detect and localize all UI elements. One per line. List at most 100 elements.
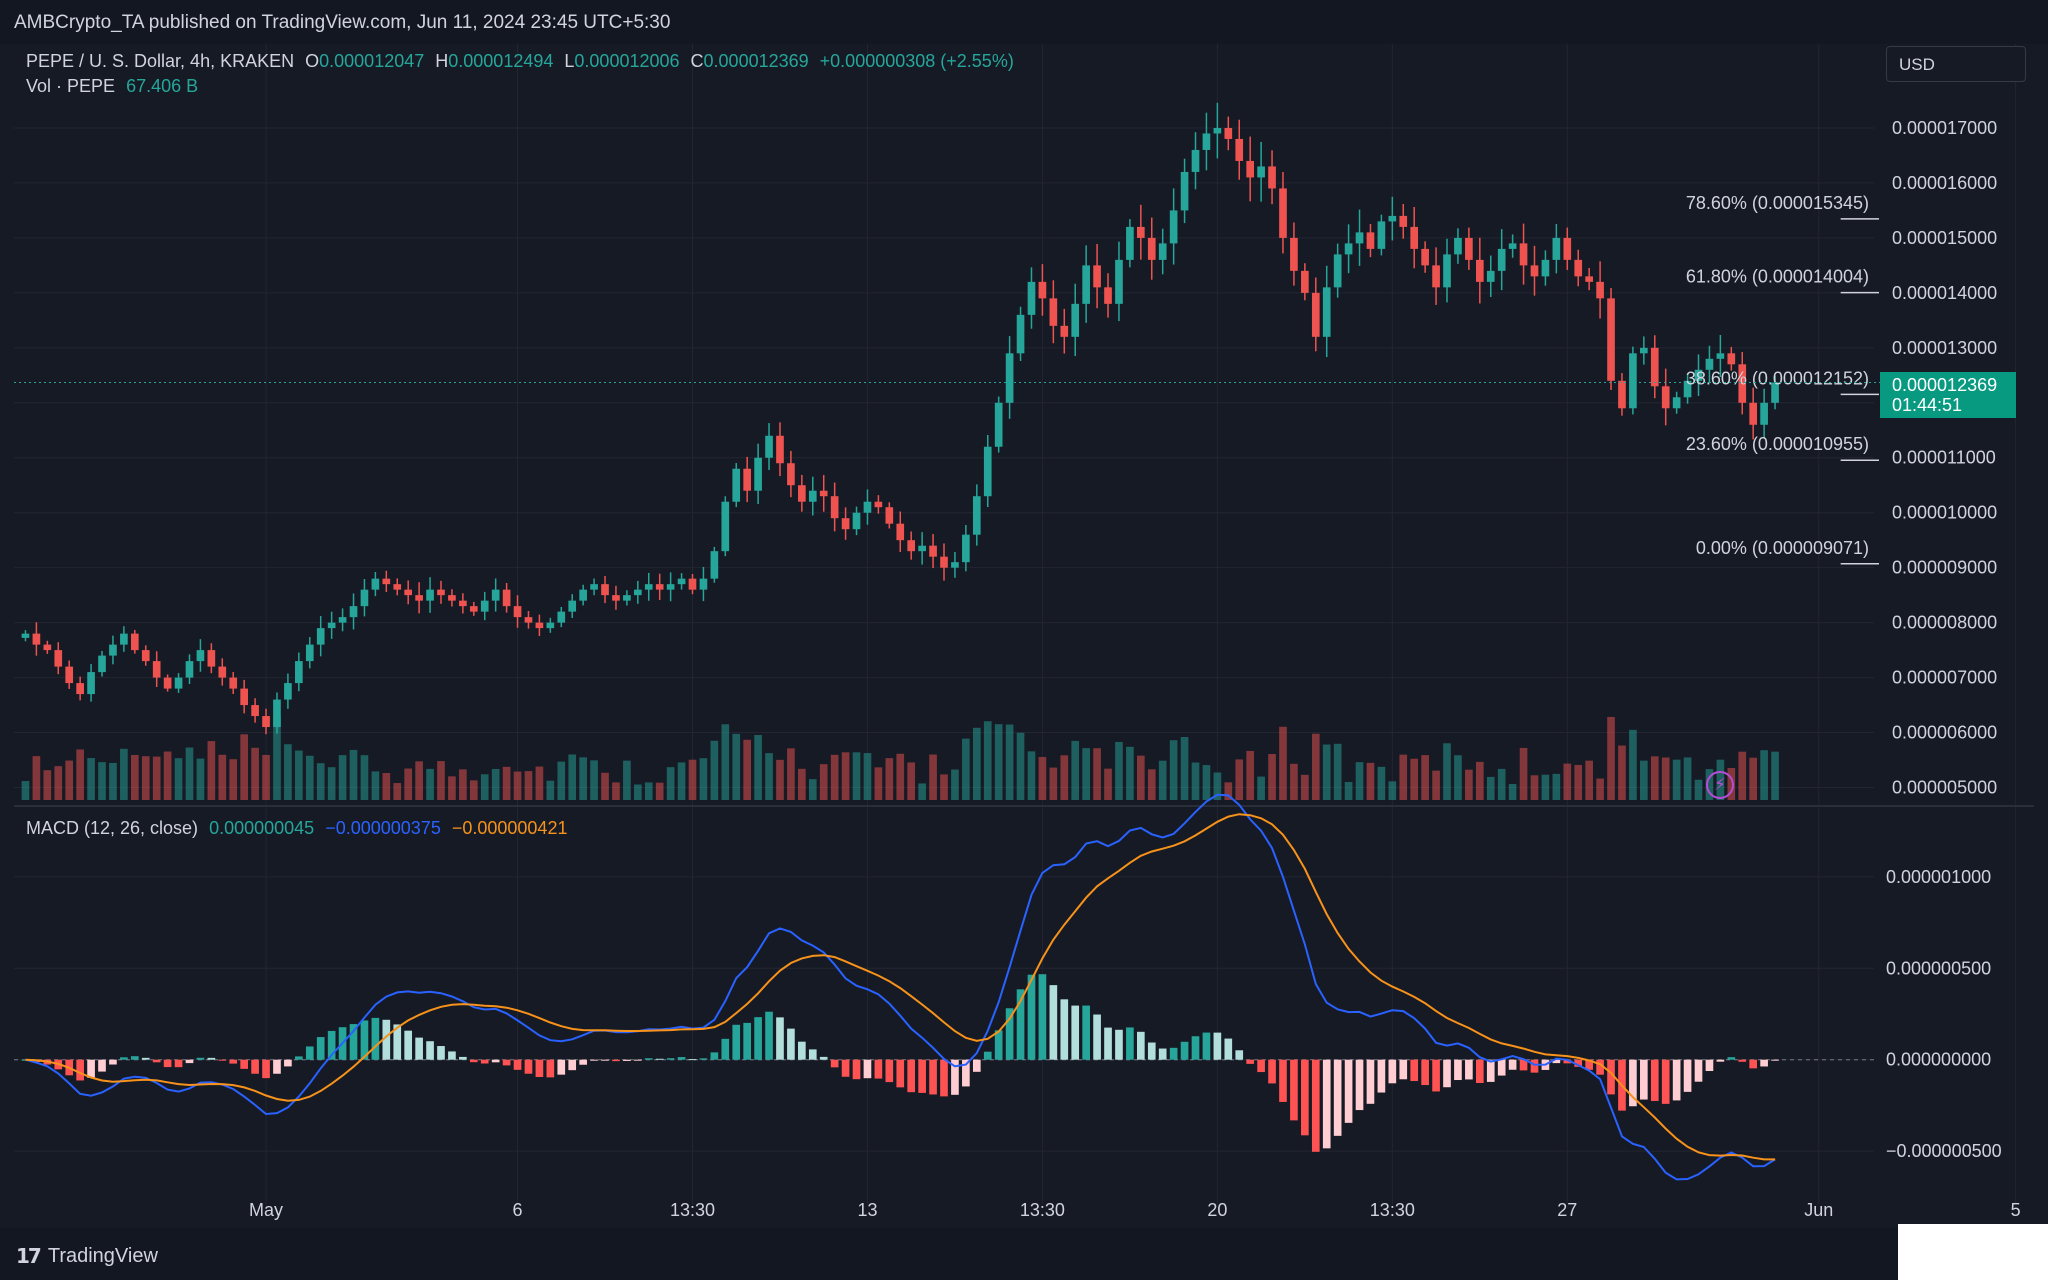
volume-bar xyxy=(699,758,708,800)
volume-bar xyxy=(21,781,30,800)
price-tick-label: 0.000008000 xyxy=(1892,613,1997,633)
volume-bar xyxy=(1760,750,1768,800)
macd-histogram-bar xyxy=(1202,1032,1211,1060)
candle-body xyxy=(1421,248,1429,266)
candle-body xyxy=(644,584,653,590)
macd-histogram-bar xyxy=(568,1059,577,1071)
macd-histogram-bar xyxy=(1235,1050,1244,1060)
candle-body xyxy=(327,622,336,629)
tradingview-logo[interactable]: 17 TradingView xyxy=(16,1244,158,1268)
price-chart-svg[interactable]: 0.000017000 0.000016000 0.000015000 0.00001… xyxy=(14,44,2034,1228)
candle-body xyxy=(1311,292,1320,337)
macd-histogram-bar xyxy=(251,1059,259,1074)
chart-area[interactable]: 0.000017000 0.000016000 0.000015000 0.00001… xyxy=(14,44,2034,1228)
volume-bar xyxy=(349,749,358,800)
candle-body xyxy=(1563,237,1572,260)
candle-body xyxy=(491,589,500,601)
volume-bar xyxy=(1672,759,1681,800)
price-tick-label: 0.000014000 xyxy=(1892,283,1997,303)
high-value: 0.000012494 xyxy=(448,51,554,71)
volume-bar xyxy=(721,724,730,800)
macd-histogram-bar xyxy=(1475,1059,1484,1083)
volume-bar xyxy=(655,782,664,800)
low-value: 0.000012006 xyxy=(574,51,680,71)
macd-histogram-bar xyxy=(721,1038,730,1060)
currency-selector[interactable]: USD xyxy=(1886,46,2026,82)
candle-body xyxy=(830,496,839,519)
candle-body xyxy=(983,446,992,497)
macd-histogram-bar xyxy=(218,1059,227,1061)
volume-bar xyxy=(1563,763,1572,800)
macd-label[interactable]: MACD (12, 26, close) xyxy=(26,818,198,838)
candle-body xyxy=(1716,353,1725,359)
macd-histogram-bar xyxy=(524,1059,533,1074)
candle-body xyxy=(1465,237,1473,260)
macd-histogram-bar xyxy=(1771,1059,1779,1061)
candle-body xyxy=(502,589,511,607)
macd-histogram-bar xyxy=(1661,1059,1670,1104)
volume-bar xyxy=(262,754,270,800)
macd-histogram-bar xyxy=(1290,1059,1298,1121)
macd-histogram-bar xyxy=(1027,974,1036,1060)
candle-body xyxy=(1650,347,1659,387)
volume-label[interactable]: Vol · PEPE xyxy=(26,76,115,96)
macd-histogram-bar xyxy=(798,1041,806,1060)
volume-bar xyxy=(98,762,106,800)
candle-body xyxy=(1093,265,1101,288)
candle-body xyxy=(1049,298,1058,326)
macd-histogram-bar xyxy=(710,1052,719,1060)
volume-bar xyxy=(1060,755,1069,800)
candle-body xyxy=(874,501,883,508)
macd-histogram-bar xyxy=(1333,1059,1342,1136)
volume-bar xyxy=(994,724,1003,800)
macd-histogram-bar xyxy=(469,1059,478,1063)
macd-histogram-bar xyxy=(273,1059,281,1074)
macd-tick-label: 0.000001000 xyxy=(1886,867,1991,887)
macd-histogram-bar xyxy=(196,1057,205,1060)
macd-histogram-bar xyxy=(972,1059,981,1072)
volume-bar xyxy=(185,747,194,800)
candle-body xyxy=(710,551,719,579)
macd-tick-label: −0.000000500 xyxy=(1886,1141,2002,1161)
symbol-label[interactable]: PEPE / U. S. Dollar, 4h, KRAKEN xyxy=(26,51,294,71)
candle-body xyxy=(819,490,828,497)
candle-body xyxy=(885,507,894,524)
volume-bar xyxy=(32,756,41,800)
macd-histogram-bar xyxy=(1465,1059,1473,1080)
volume-bar xyxy=(743,739,751,800)
volume-bar xyxy=(448,776,456,800)
macd-histogram-bar xyxy=(1388,1059,1397,1084)
volume-bar xyxy=(732,733,741,800)
candle-body xyxy=(972,496,981,535)
brand-name: TradingView xyxy=(47,1244,158,1267)
macd-hist-value: 0.000000045 xyxy=(209,818,315,838)
candle-body xyxy=(1596,281,1604,299)
candle-body xyxy=(623,595,631,601)
volume-bar xyxy=(1268,754,1276,800)
candle-body xyxy=(1191,149,1200,172)
volume-bar xyxy=(1049,767,1058,800)
close-value: 0.000012369 xyxy=(703,51,809,71)
volume-bar xyxy=(644,782,653,800)
volume-bar xyxy=(568,754,577,800)
lightning-icon[interactable]: ⚡ xyxy=(1706,771,1734,799)
volume-bar xyxy=(601,772,609,800)
macd-histogram-bar xyxy=(994,1030,1003,1060)
candle-body xyxy=(109,644,117,656)
volume-bar xyxy=(983,721,992,800)
time-tick-label: Jun xyxy=(1804,1200,1833,1220)
top-bar: AMBCrypto_TA published on TradingView.co… xyxy=(0,0,2048,44)
fib-level-label: 23.60% (0.000010955) xyxy=(1686,434,1869,454)
volume-bar xyxy=(1530,775,1539,800)
candle-body xyxy=(765,435,773,458)
volume-bar xyxy=(688,759,697,800)
volume-bar xyxy=(787,748,795,800)
volume-bar xyxy=(480,774,489,800)
volume-bar xyxy=(251,747,259,800)
time-tick-label: 13:30 xyxy=(1370,1200,1415,1220)
candle-body xyxy=(1082,265,1090,304)
volume-bar xyxy=(1038,756,1047,800)
macd-histogram-bar xyxy=(1344,1059,1353,1123)
volume-bar xyxy=(1235,759,1244,800)
publish-info: AMBCrypto_TA published on TradingView.co… xyxy=(14,12,671,33)
